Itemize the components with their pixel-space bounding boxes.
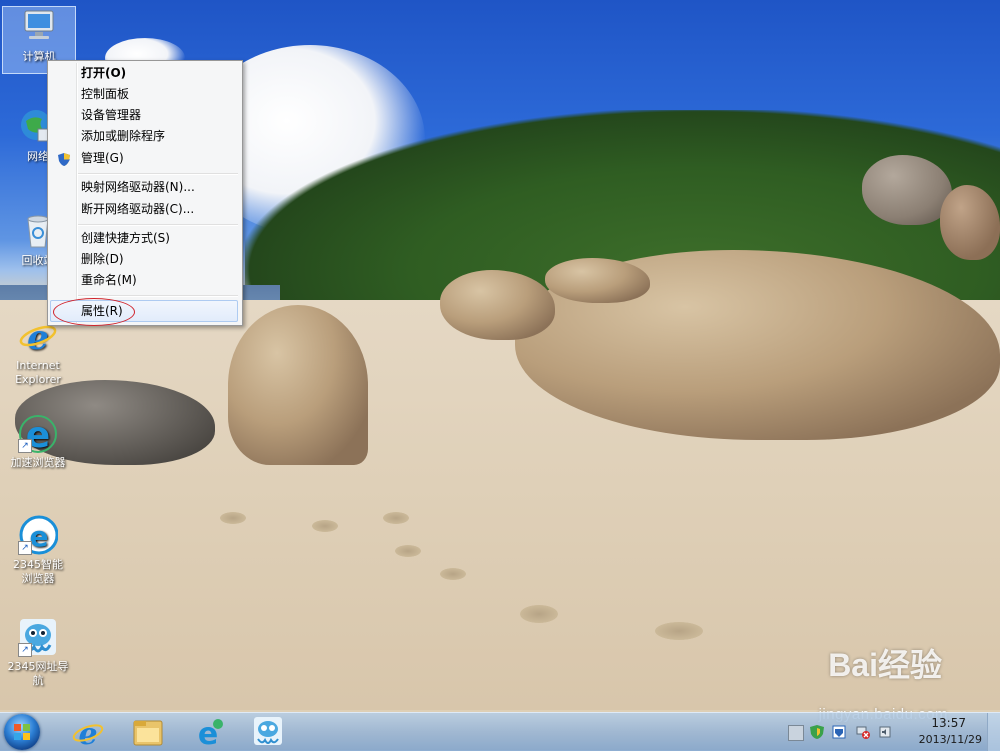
desktop-icon-label: Internet Explorer	[15, 359, 61, 386]
annotation-circle	[53, 298, 135, 326]
desktop-icon-2345-navigation[interactable]: ↗ 2345网址导航	[0, 617, 76, 688]
menu-item-disconnect-network-drive[interactable]: 断开网络驱动器(C)...	[50, 199, 238, 220]
menu-item-label: 管理(G)	[81, 151, 124, 165]
start-button[interactable]	[4, 714, 40, 750]
menu-item-rename[interactable]: 重命名(M)	[50, 270, 238, 291]
folder-icon	[133, 720, 163, 746]
desktop-icon-label: 加速浏览器	[10, 456, 66, 469]
menu-item-device-manager[interactable]: 设备管理器	[50, 105, 238, 126]
internet-explorer-icon: e	[72, 717, 104, 752]
taskbar: e e 13:57 2013/11/29	[0, 712, 1000, 752]
menu-item-add-remove-programs[interactable]: 添加或删除程序	[50, 126, 238, 147]
shortcut-arrow-icon: ↗	[18, 541, 32, 555]
boulder	[228, 305, 368, 465]
menu-item-control-panel[interactable]: 控制面板	[50, 84, 238, 105]
shortcut-arrow-icon: ↗	[18, 643, 32, 657]
desktop-icon-internet-explorer[interactable]: e Internet Explorer	[0, 316, 76, 387]
show-desktop-button[interactable]	[987, 713, 1000, 751]
footprint	[440, 568, 466, 580]
2345-browser-icon: e ↗	[18, 515, 59, 555]
taskbar-2345-navigation-button[interactable]	[242, 715, 294, 749]
menu-item-manage[interactable]: 管理(G)	[50, 148, 238, 169]
svg-text:e: e	[27, 318, 49, 356]
system-tray: 13:57 2013/11/29	[780, 713, 1000, 751]
action-center-icon[interactable]	[832, 725, 846, 739]
uac-shield-icon	[58, 152, 70, 166]
footprint	[395, 545, 421, 557]
shortcut-arrow-icon: ↗	[18, 439, 32, 453]
desktop-icon-label: 2345网址导航	[7, 660, 69, 687]
computer-icon	[19, 7, 59, 47]
clock-time[interactable]: 13:57	[931, 716, 966, 730]
menu-separator	[78, 224, 238, 226]
menu-item-open[interactable]: 打开(O)	[50, 63, 238, 84]
desktop-icon-label: 2345智能浏览器	[13, 558, 63, 585]
footprint	[312, 520, 338, 532]
footprint	[655, 622, 703, 640]
menu-item-delete[interactable]: 删除(D)	[50, 249, 238, 270]
network-disconnected-icon[interactable]	[856, 725, 870, 739]
keyboard-icon[interactable]	[788, 725, 804, 741]
desktop-icon-2345-browser[interactable]: e ↗ 2345智能浏览器	[0, 515, 76, 586]
menu-separator	[78, 173, 238, 175]
context-menu: 打开(O) 控制面板 设备管理器 添加或删除程序 管理(G) 映射网络驱动器(N…	[47, 60, 243, 326]
taskbar-explorer-button[interactable]	[122, 715, 174, 749]
footprint	[383, 512, 409, 524]
footprint	[220, 512, 246, 524]
baidu-jingyan-watermark: Bai经验	[828, 647, 942, 683]
footprint	[520, 605, 558, 623]
security-shield-icon[interactable]	[810, 725, 824, 739]
taskbar-ie-button[interactable]: e	[62, 715, 114, 752]
svg-text:e: e	[78, 717, 97, 749]
windows-logo-icon	[14, 724, 30, 740]
menu-item-map-network-drive[interactable]: 映射网络驱动器(N)...	[50, 177, 238, 198]
2345-navigation-icon	[254, 717, 282, 745]
menu-item-create-shortcut[interactable]: 创建快捷方式(S)	[50, 228, 238, 249]
speed-browser-icon: e	[198, 717, 223, 752]
taskbar-speed-browser-button[interactable]: e	[182, 715, 234, 752]
2345-navigation-icon: ↗	[18, 617, 58, 657]
clock-date[interactable]: 2013/11/29	[919, 733, 982, 746]
svg-text:e: e	[30, 520, 49, 553]
volume-icon[interactable]	[878, 725, 892, 739]
menu-separator	[78, 295, 238, 297]
desktop-icon-speed-browser[interactable]: e ↗ 加速浏览器	[0, 413, 76, 470]
speed-browser-icon: e ↗	[18, 413, 58, 456]
